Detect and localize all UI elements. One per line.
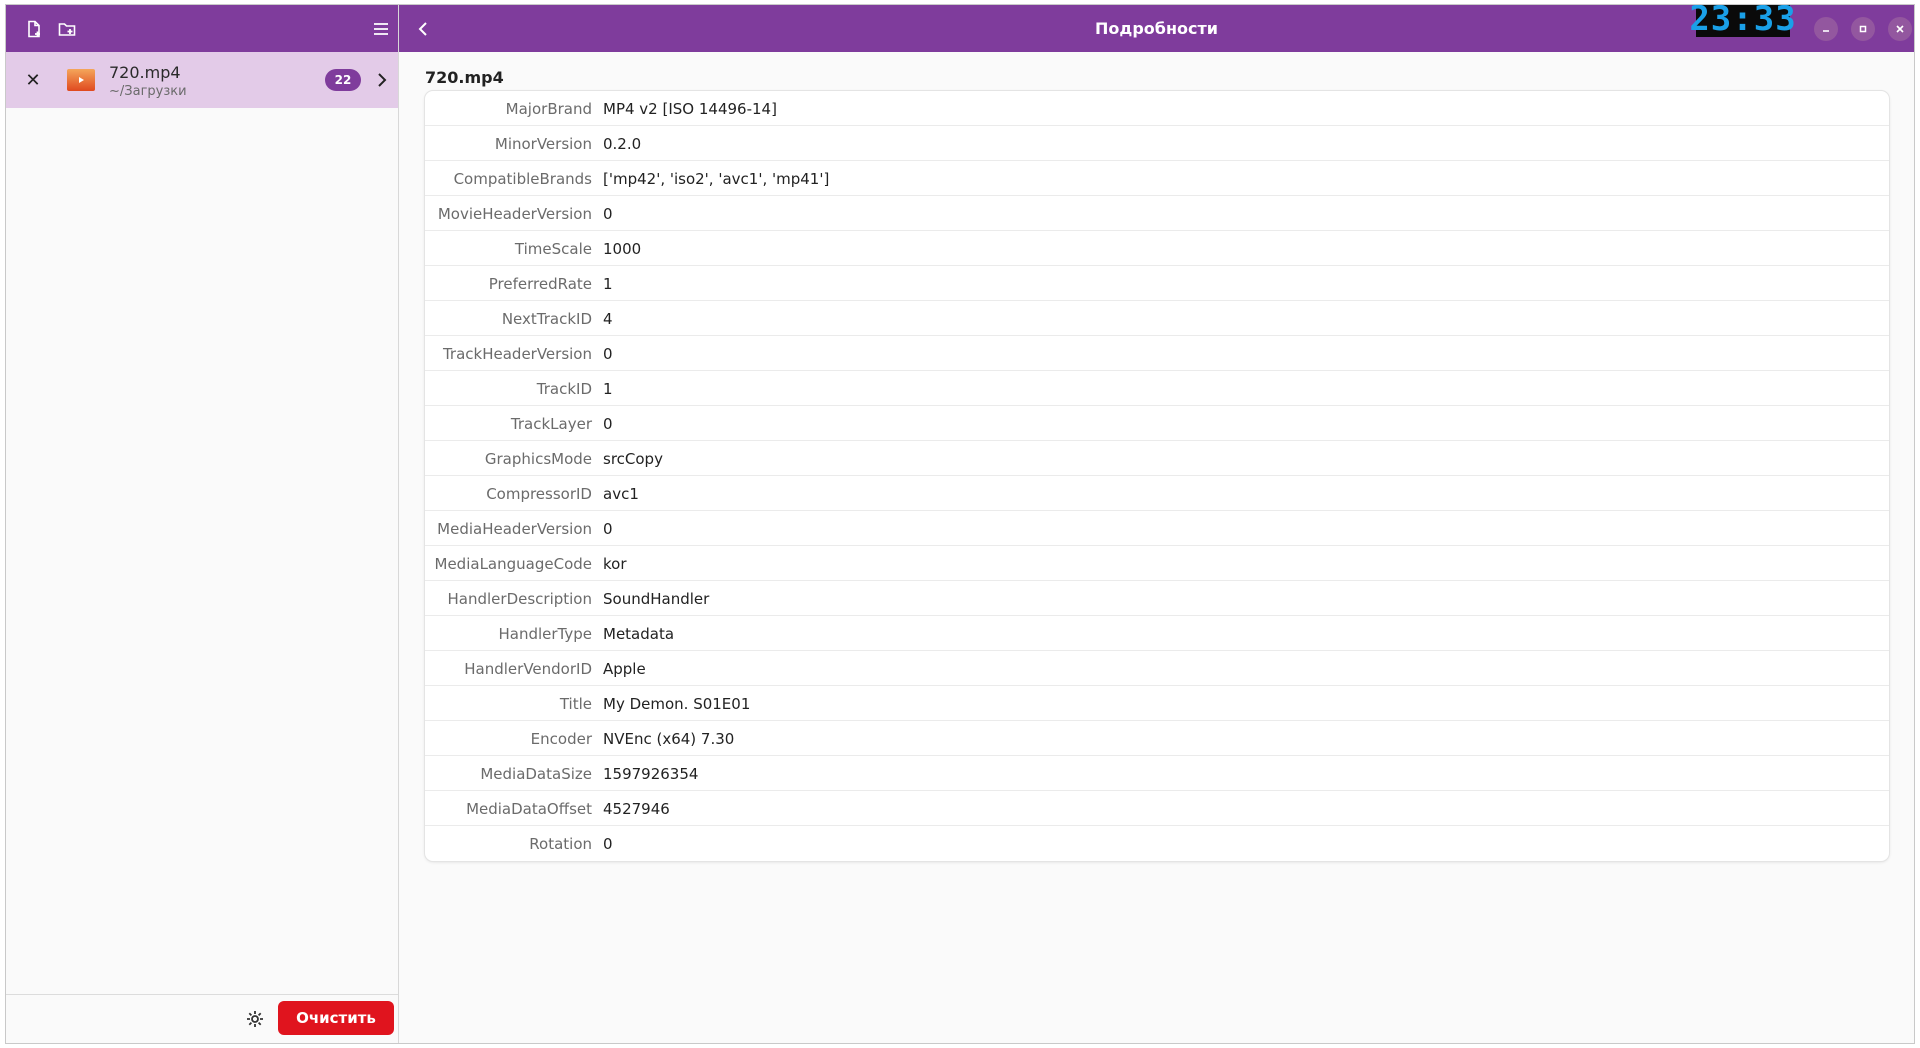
clear-button[interactable]: Очистить — [278, 1001, 394, 1035]
property-row: Encoder NVEnc (x64) 7.30 — [425, 721, 1889, 756]
property-value[interactable]: avc1 — [603, 485, 639, 503]
video-file-icon — [67, 69, 95, 91]
property-key: PreferredRate — [488, 275, 592, 293]
folder-plus-icon[interactable] — [51, 13, 83, 45]
minimize-icon[interactable] — [1814, 17, 1838, 41]
property-value[interactable]: kor — [603, 555, 627, 573]
property-key: TrackID — [536, 380, 592, 398]
property-value[interactable]: 1000 — [603, 240, 641, 258]
property-value[interactable]: NVEnc (x64) 7.30 — [603, 730, 734, 748]
sidebar: ✕ 720.mp4 ~/Загрузки 22 Очистить — [6, 5, 399, 1043]
property-value[interactable]: SoundHandler — [603, 590, 709, 608]
main-header: Подробности 23:33 — [399, 5, 1914, 52]
property-row: TimeScale 1000 — [425, 231, 1889, 266]
property-key: NextTrackID — [501, 310, 592, 328]
property-key: Title — [559, 695, 592, 713]
property-key: TimeScale — [514, 240, 592, 258]
property-row: MajorBrand MP4 v2 [ISO 14496-14] — [425, 91, 1889, 126]
gear-icon[interactable] — [242, 1006, 268, 1032]
property-row: CompatibleBrands ['mp42', 'iso2', 'avc1',… — [425, 161, 1889, 196]
property-key: MinorVersion — [494, 135, 592, 153]
property-row: HandlerVendorID Apple — [425, 651, 1889, 686]
property-value[interactable]: 0 — [603, 520, 613, 538]
property-key: MovieHeaderVersion — [437, 205, 592, 223]
property-key: Encoder — [530, 730, 592, 748]
sidebar-footer: Очистить — [6, 994, 398, 1043]
window-close-icon[interactable] — [1888, 17, 1912, 41]
property-value[interactable]: Metadata — [603, 625, 674, 643]
property-key: HandlerType — [498, 625, 592, 643]
property-row: MediaDataOffset 4527946 — [425, 791, 1889, 826]
property-value[interactable]: 4 — [603, 310, 613, 328]
property-key: CompressorID — [486, 485, 592, 503]
property-key: CompatibleBrands — [453, 170, 592, 188]
property-key: TrackLayer — [510, 415, 592, 433]
property-row: NextTrackID 4 — [425, 301, 1889, 336]
property-row: TrackID 1 — [425, 371, 1889, 406]
property-value[interactable]: 0 — [603, 205, 613, 223]
property-value[interactable]: srcCopy — [603, 450, 663, 468]
property-value[interactable]: ['mp42', 'iso2', 'avc1', 'mp41'] — [603, 170, 829, 188]
file-title: 720.mp4 — [425, 68, 504, 87]
property-row: MediaLanguageCode kor — [425, 546, 1889, 581]
property-key: HandlerVendorID — [464, 660, 592, 678]
property-row: TrackHeaderVersion 0 — [425, 336, 1889, 371]
file-plus-icon[interactable] — [18, 13, 50, 45]
property-row: HandlerType Metadata — [425, 616, 1889, 651]
property-count-badge: 22 — [325, 69, 361, 91]
property-row: CompressorID avc1 — [425, 476, 1889, 511]
property-row: MediaDataSize 1597926354 — [425, 756, 1889, 791]
property-value[interactable]: My Demon. S01E01 — [603, 695, 750, 713]
properties-table: MajorBrand MP4 v2 [ISO 14496-14] MinorVers… — [425, 91, 1889, 861]
clock-display: 23:33 — [1689, 5, 1796, 39]
property-row: MinorVersion 0.2.0 — [425, 126, 1889, 161]
property-key: MediaHeaderVersion — [437, 520, 592, 538]
chevron-right-icon[interactable] — [370, 68, 394, 92]
property-row: TrackLayer 0 — [425, 406, 1889, 441]
property-value[interactable]: 0 — [603, 415, 613, 433]
property-row: HandlerDescription SoundHandler — [425, 581, 1889, 616]
property-key: GraphicsMode — [484, 450, 592, 468]
property-value[interactable]: 0 — [603, 835, 613, 853]
property-value[interactable]: 1597926354 — [603, 765, 698, 783]
property-row: PreferredRate 1 — [425, 266, 1889, 301]
property-key: MediaDataSize — [480, 765, 592, 783]
property-row: GraphicsMode srcCopy — [425, 441, 1889, 476]
app-window: ✕ 720.mp4 ~/Загрузки 22 Очистить Подробн… — [5, 4, 1915, 1044]
sidebar-header — [6, 5, 398, 52]
property-value[interactable]: 4527946 — [603, 800, 670, 818]
hamburger-menu-icon[interactable] — [365, 13, 397, 45]
property-value[interactable]: Apple — [603, 660, 646, 678]
property-row: Rotation 0 — [425, 826, 1889, 861]
property-row: Title My Demon. S01E01 — [425, 686, 1889, 721]
file-path: ~/Загрузки — [109, 84, 187, 99]
property-value[interactable]: 1 — [603, 275, 613, 293]
property-row: MovieHeaderVersion 0 — [425, 196, 1889, 231]
file-list-item[interactable]: ✕ 720.mp4 ~/Загрузки 22 — [6, 52, 398, 108]
property-value[interactable]: 1 — [603, 380, 613, 398]
property-value[interactable]: 0.2.0 — [603, 135, 641, 153]
page-title: Подробности — [1095, 19, 1218, 38]
details-panel: Подробности 23:33 720.mp4 MajorBrand MP4 … — [399, 5, 1914, 1043]
maximize-icon[interactable] — [1851, 17, 1875, 41]
close-icon[interactable]: ✕ — [21, 68, 45, 92]
property-key: HandlerDescription — [447, 590, 593, 608]
property-value[interactable]: MP4 v2 [ISO 14496-14] — [603, 100, 777, 118]
property-key: Rotation — [529, 835, 592, 853]
file-name: 720.mp4 — [109, 63, 181, 82]
property-key: MajorBrand — [505, 100, 592, 118]
property-value[interactable]: 0 — [603, 345, 613, 363]
property-row: MediaHeaderVersion 0 — [425, 511, 1889, 546]
property-key: MediaLanguageCode — [434, 555, 592, 573]
property-key: TrackHeaderVersion — [442, 345, 592, 363]
property-key: MediaDataOffset — [466, 800, 592, 818]
